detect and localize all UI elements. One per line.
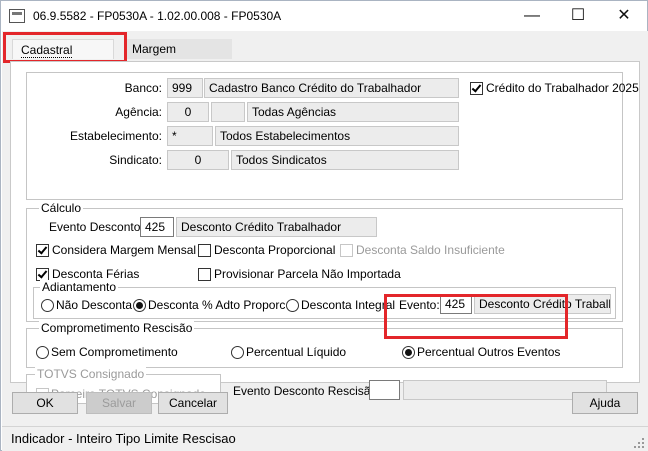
radio-selected-dot <box>136 302 143 309</box>
percentual-liquido-label: Percentual Líquido <box>246 345 347 359</box>
percentual-outros-eventos-radio[interactable] <box>402 346 415 359</box>
evento-desconto-desc-field: Desconto Crédito Trabalhador <box>176 217 377 237</box>
evento-desconto-label: Evento Desconto: <box>49 220 144 234</box>
banco-desc-field: Cadastro Banco Crédito do Trabalhador <box>204 78 459 98</box>
resize-grip-icon[interactable] <box>634 438 644 448</box>
adiantamento-desconta-integral-radio[interactable] <box>286 299 299 312</box>
highlight-box-percentual <box>384 294 568 339</box>
estabelecimento-code-field[interactable]: * <box>167 126 213 146</box>
agencia-label: Agência: <box>115 105 162 119</box>
adiantamento-desconta-adto-label: Desconta % Adto Proporc <box>148 298 286 312</box>
status-bar: Indicador - Inteiro Tipo Limite Rescisao <box>2 426 648 451</box>
radio-selected-dot <box>405 349 412 356</box>
sem-comprometimento-label: Sem Comprometimento <box>51 345 178 359</box>
desconta-proporcional-checkbox[interactable] <box>198 244 211 257</box>
title-bar: 06.9.5582 - FP0530A - 1.02.00.008 - FP05… <box>1 1 647 31</box>
desconta-saldo-label: Desconta Saldo Insuficiente <box>356 243 505 257</box>
desconta-proporcional-label: Desconta Proporcional <box>214 243 336 257</box>
estabelecimento-desc-field: Todos Estabelecimentos <box>215 126 459 146</box>
sindicato-label: Sindicato: <box>109 153 162 167</box>
evento-rescisao-code-field[interactable] <box>369 380 400 400</box>
adiantamento-desconta-adto-radio[interactable] <box>133 299 146 312</box>
provisionar-checkbox[interactable] <box>198 268 211 281</box>
ajuda-button[interactable]: Ajuda <box>572 392 638 414</box>
status-text: Indicador - Inteiro Tipo Limite Rescisao <box>11 431 236 446</box>
ok-button[interactable]: OK <box>12 392 78 414</box>
percentual-liquido-radio[interactable] <box>231 346 244 359</box>
adiantamento-nao-desconta-label: Não Desconta <box>56 298 133 312</box>
comprometimento-group-title: Comprometimento Rescisão <box>39 321 195 335</box>
highlight-box-tab <box>3 32 127 63</box>
banco-label: Banco: <box>124 81 162 95</box>
tab-margem[interactable]: Margem <box>124 39 232 59</box>
percentual-outros-eventos-label: Percentual Outros Eventos <box>417 345 561 359</box>
sindicato-code-field[interactable]: 0 <box>167 150 229 170</box>
desconta-saldo-checkbox[interactable] <box>340 244 353 257</box>
cancelar-button[interactable]: Cancelar <box>158 392 228 414</box>
check-icon <box>37 268 48 279</box>
application-window: 06.9.5582 - FP0530A - 1.02.00.008 - FP05… <box>0 0 648 451</box>
tab-margem-label: Margem <box>132 42 177 56</box>
dialog-client-area: Cadastral Margem Banco: 999 Cadastro Ban… <box>2 31 648 451</box>
window-title: 06.9.5582 - FP0530A - 1.02.00.008 - FP05… <box>33 9 282 23</box>
header-group: Banco: 999 Cadastro Banco Crédito do Tra… <box>26 72 639 200</box>
maximize-button[interactable]: ☐ <box>555 1 601 31</box>
evento-desconto-code-field[interactable]: 425 <box>140 217 174 237</box>
evento-rescisao-label: Evento Desconto Rescisão: <box>233 384 381 398</box>
estabelecimento-label: Estabelecimento: <box>69 129 162 143</box>
totvs-consignado-group-title: TOTVS Consignado <box>35 367 147 381</box>
provisionar-label: Provisionar Parcela Não Importada <box>214 267 401 281</box>
app-window-icon <box>9 9 25 23</box>
salvar-button[interactable]: Salvar <box>86 392 152 414</box>
sem-comprometimento-radio[interactable] <box>36 346 49 359</box>
banco-code-field[interactable]: 999 <box>167 78 203 98</box>
credito-trabalhador-checkbox[interactable] <box>470 82 483 95</box>
agencia-desc-field: Todas Agências <box>247 102 459 122</box>
adiantamento-desconta-integral-label: Desconta Integral <box>301 298 396 312</box>
close-button[interactable]: ✕ <box>601 1 647 31</box>
adiantamento-group-title: Adiantamento <box>40 280 119 294</box>
sindicato-desc-field: Todos Sindicatos <box>231 150 459 170</box>
check-icon <box>471 82 482 93</box>
adiantamento-nao-desconta-radio[interactable] <box>41 299 54 312</box>
considera-margem-label: Considera Margem Mensal <box>52 243 197 257</box>
minimize-button[interactable]: — <box>509 1 555 31</box>
agencia-code-field[interactable]: 0 <box>167 102 209 122</box>
credito-trabalhador-label: Crédito do Trabalhador 2025 <box>486 81 639 95</box>
calculo-group-title: Cálculo <box>39 201 84 215</box>
agencia-secondary-field[interactable] <box>211 102 245 122</box>
check-icon <box>37 244 48 255</box>
considera-margem-checkbox[interactable] <box>36 244 49 257</box>
